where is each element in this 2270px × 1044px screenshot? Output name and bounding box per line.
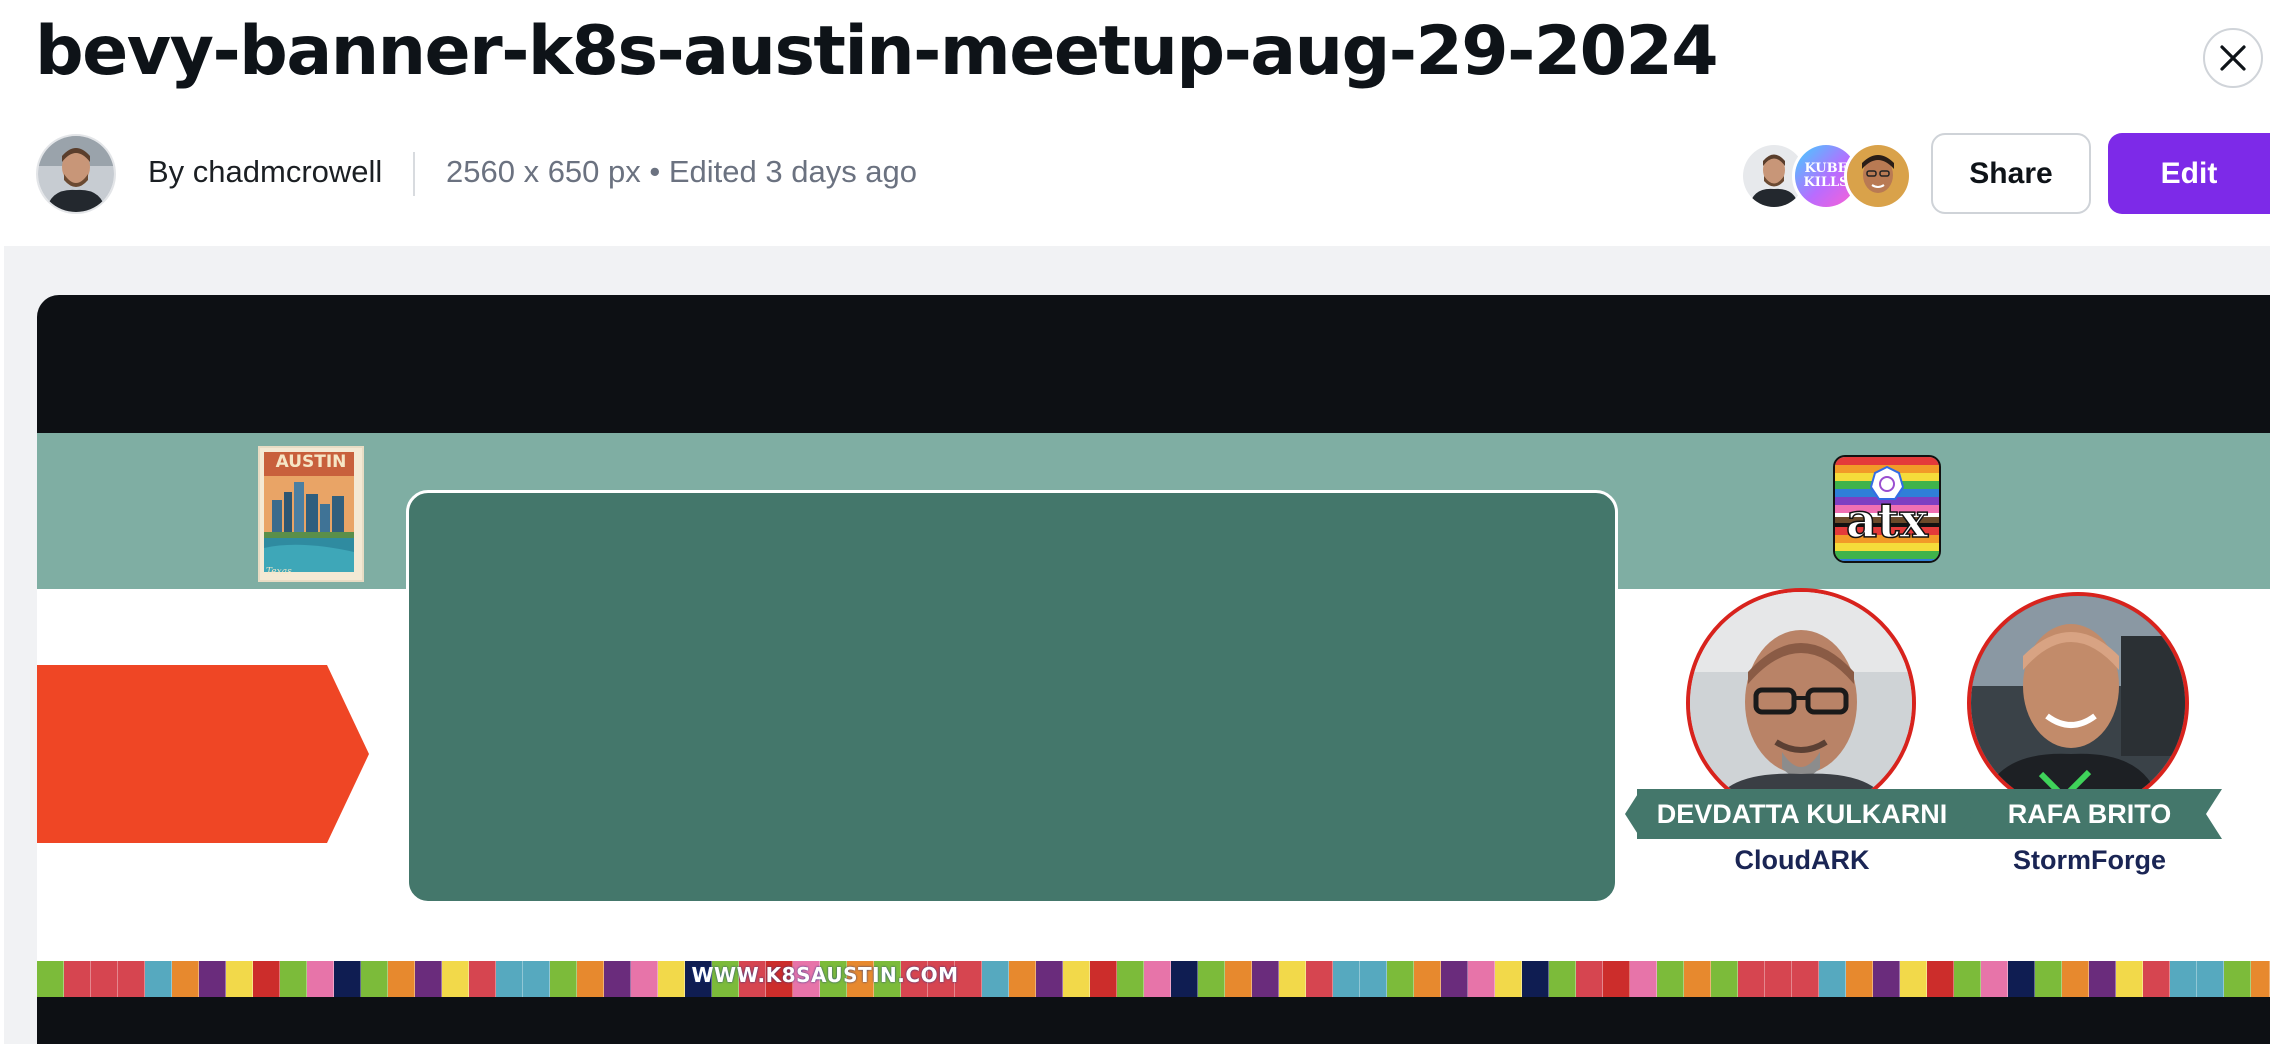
speaker-name-2: RAFA BRITO	[1973, 789, 2206, 839]
stripe-segment	[1711, 961, 1738, 997]
stripe-segment	[1738, 961, 1765, 997]
stripe-segment	[1765, 961, 1792, 997]
atx-logo-text: atx	[1845, 493, 1928, 549]
page-title: bevy-banner-k8s-austin-meetup-aug-29-202…	[35, 12, 1719, 91]
close-icon	[2220, 45, 2246, 71]
speaker-company-1: CloudARK	[1734, 845, 1870, 875]
stripe-segment	[1846, 961, 1873, 997]
stripe-segment	[2170, 961, 2197, 997]
divider	[413, 152, 415, 196]
speaker-company-2: StormForge	[2012, 845, 2166, 875]
share-button[interactable]: Share	[1931, 133, 2091, 214]
design-preview[interactable]: AUSTIN Texas atx DEVDATTA KULKARNI Cloud…	[37, 295, 2270, 1044]
collaborator-avatar-3[interactable]	[1844, 142, 1912, 210]
stripe-segment	[1630, 961, 1657, 997]
close-button[interactable]	[2203, 28, 2263, 88]
stripe-segment	[1792, 961, 1819, 997]
stripe-segment	[2116, 961, 2143, 997]
postcard-title: AUSTIN	[275, 452, 347, 472]
owner-avatar[interactable]	[36, 134, 116, 214]
stripe-segment	[1873, 961, 1900, 997]
stripe-segment	[1657, 961, 1684, 997]
postcard-caption: Texas	[266, 567, 292, 577]
speaker-photo-1	[1686, 588, 1916, 818]
stripe-segment	[1684, 961, 1711, 997]
main-content-panel	[406, 490, 1618, 904]
stripe-segment	[1954, 961, 1981, 997]
stripe-segment	[2197, 961, 2224, 997]
stripe-segment	[2089, 961, 2116, 997]
stripe-segment	[2224, 961, 2251, 997]
stripe-segment	[1927, 961, 1954, 997]
stripe-segment	[1819, 961, 1846, 997]
orange-arrow-shape	[37, 665, 369, 843]
stripe-segment	[1981, 961, 2008, 997]
design-meta: 2560 x 650 px • Edited 3 days ago	[446, 154, 918, 189]
speaker-name-1: DEVDATTA KULKARNI	[1637, 789, 1967, 839]
edit-button[interactable]: Edit	[2108, 133, 2270, 214]
austin-postcard-image: AUSTIN Texas	[258, 446, 364, 582]
stripe-segment	[2143, 961, 2170, 997]
atx-logo: atx	[1833, 455, 1941, 563]
stripe-segment	[2008, 961, 2035, 997]
stripe-segment	[2251, 961, 2270, 997]
stripe-segment	[2035, 961, 2062, 997]
website-url: WWW.K8SAUSTIN.COM	[691, 963, 959, 987]
stripe-segment	[2062, 961, 2089, 997]
speaker-photo-2	[1967, 592, 2189, 814]
stripe-segment	[1900, 961, 1927, 997]
owner-byline[interactable]: By chadmcrowell	[148, 154, 382, 190]
